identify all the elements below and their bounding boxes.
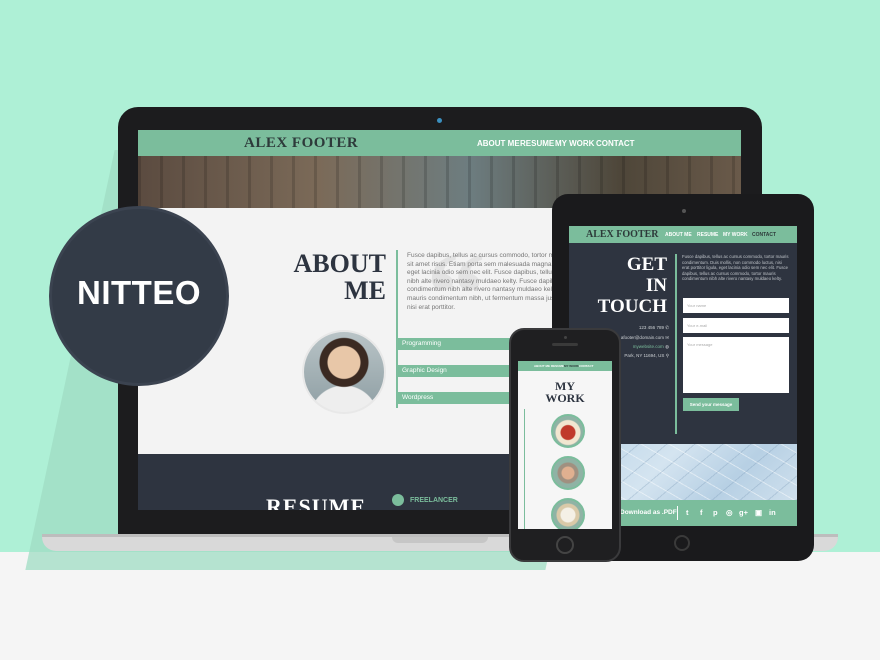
tablet-nav-about[interactable]: ABOUT ME [665,232,692,238]
contact-text: Fusce dapibus, tellus ac cursus commodo,… [682,254,789,282]
tablet-nav-resume[interactable]: RESUME [697,232,718,238]
nav-link-work[interactable]: MY WORK [555,139,594,148]
contact-email[interactable]: afooter@domain.com ✉ [621,335,669,341]
contact-website[interactable]: mywebsite.com ◍ [633,344,669,350]
tablet-nav-contact[interactable]: CONTACT [752,232,776,238]
name-input[interactable]: Your name [683,298,789,313]
freelancer-icon [392,494,404,506]
phone-icon: ✆ [665,325,669,330]
tablet-home-button [674,535,690,551]
facebook-icon[interactable]: f [700,508,703,517]
send-message-button[interactable]: Send your message [683,398,739,411]
badge-text: NITTEO [77,274,201,311]
contact-address: Park, NY 11694, US ⚲ [624,353,669,359]
contact-address-text: Park, NY 11694, US [624,353,665,358]
site-navbar: ALEX FOOTER ABOUT ME RESUME MY WORK CONT… [138,130,741,156]
laptop-camera-icon [437,118,442,123]
work-title: MY WORK [518,380,612,404]
tablet-nav-work[interactable]: MY WORK [723,232,748,238]
phone-camera-icon [564,336,567,339]
contact-website-text: mywebsite.com [632,344,664,349]
about-title-line-1: ABOUT [293,249,386,278]
twitter-icon[interactable]: t [686,508,689,517]
location-pin-icon: ⚲ [665,353,669,358]
portfolio-item[interactable] [551,414,585,448]
contact-email-text: afooter@domain.com [620,335,664,340]
contact-title: GET IN TOUCH [587,254,667,317]
nav-link-about[interactable]: ABOUT ME [477,139,520,148]
dribbble-icon[interactable]: ◎ [726,508,733,517]
phone-nav-work[interactable]: MY WORK [564,364,579,368]
linkedin-icon[interactable]: in [769,508,776,517]
tablet-camera-icon [682,209,686,213]
google-plus-icon[interactable]: g+ [739,508,748,517]
contact-title-line-2: IN [645,275,667,296]
nav-link-resume[interactable]: RESUME [520,139,554,148]
footer-divider [677,506,678,520]
mail-icon: ✉ [665,335,669,340]
contact-title-line-3: TOUCH [597,296,667,317]
tablet-brand[interactable]: ALEX FOOTER [586,229,659,240]
phone-home-button [556,536,574,554]
instagram-icon[interactable]: ▣ [755,508,762,517]
resume-title: RESUME [266,494,367,510]
email-input[interactable]: Your e-mail [683,318,789,333]
laptop-notch [392,537,488,543]
nav-link-contact[interactable]: CONTACT [596,139,635,148]
about-title-line-2: ME [344,276,386,305]
download-pdf-link[interactable]: Download as .PDF [620,509,677,516]
about-title: ABOUT ME [268,250,386,304]
avatar [302,330,386,414]
contact-title-line-1: GET [626,254,667,275]
contact-phone: 123 456 789 ✆ [639,325,669,331]
portfolio-item[interactable] [551,498,585,529]
portfolio-item[interactable] [551,456,585,490]
pinterest-icon[interactable]: p [713,508,718,517]
message-textarea[interactable]: Your message [683,337,789,393]
about-divider [396,250,398,408]
work-divider [524,409,525,529]
freelancer-label: FREELANCER [410,497,458,504]
work-title-line-2: WORK [545,391,585,405]
phone-speaker [552,343,578,346]
phone-nav-about[interactable]: ABOUT ME [534,364,550,368]
contact-divider [675,254,677,434]
phone-navbar: ABOUT ME RESUME MY WORK CONTACT [518,361,612,371]
site-brand[interactable]: ALEX FOOTER [244,135,358,152]
tablet-navbar: ALEX FOOTER ABOUT ME RESUME MY WORK CONT… [569,226,797,243]
contact-phone-text: 123 456 789 [638,325,664,330]
phone-nav-contact[interactable]: CONTACT [579,364,593,368]
phone-screen: ABOUT ME RESUME MY WORK CONTACT MY WORK [518,361,612,529]
globe-icon: ◍ [665,344,669,349]
phone-nav-resume[interactable]: RESUME [551,364,564,368]
